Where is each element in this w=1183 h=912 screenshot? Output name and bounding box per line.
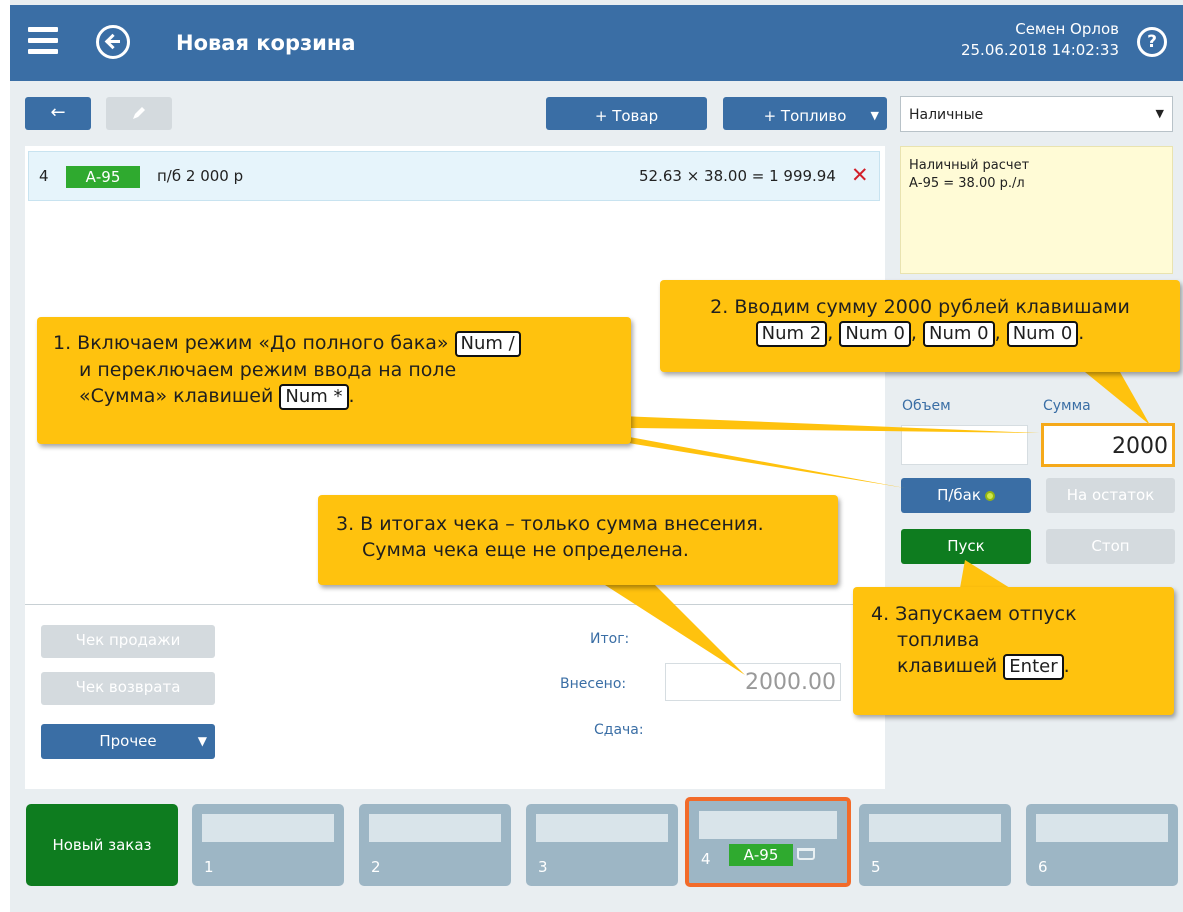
key-num-0: Num 0 [1006, 321, 1079, 347]
callout-pointer-1a [595, 415, 1040, 433]
callout-2-sep: , [827, 322, 834, 344]
callout-3-line1: 3. В итогах чека – только сумма внесения… [336, 513, 764, 535]
callout-pointer-4 [960, 560, 1010, 588]
key-enter: Enter [1003, 654, 1064, 680]
key-num-2: Num 2 [755, 321, 828, 347]
callout-2-sep: , [910, 322, 917, 344]
callout-1-line3: «Сумма» клавишей [79, 385, 274, 407]
callout-pointer-3 [605, 585, 745, 675]
callout-pointers [570, 372, 1150, 675]
callout-3: 3. В итогах чека – только сумма внесения… [318, 495, 838, 585]
key-num-0: Num 0 [923, 321, 995, 347]
callout-4-end: . [1063, 655, 1070, 677]
callout-1-line1: 1. Включаем режим «До полного бака» [53, 332, 449, 354]
callout-2: 2. Вводим сумму 2000 рублей клавишами Nu… [660, 280, 1180, 372]
callout-3-line2: Сумма чека еще не определена. [362, 539, 689, 561]
callout-4: 4. Запускаем отпуск топлива клавишей Ent… [853, 587, 1174, 715]
callout-1: 1. Включаем режим «До полного бака» Num … [37, 317, 631, 444]
callout-2-end: . [1078, 322, 1085, 344]
callout-2-sep: , [994, 322, 1001, 344]
callout-1-line2: и переключаем режим ввода на поле [79, 359, 457, 381]
key-num-slash: Num / [454, 331, 521, 357]
callout-4-line2: топлива [897, 629, 980, 651]
callout-4-line1: 4. Запускаем отпуск [871, 603, 1077, 625]
key-num-star: Num * [279, 384, 349, 410]
callout-pointer-2 [1085, 372, 1150, 425]
callout-4-line3: клавишей [897, 655, 998, 677]
callout-2-line1: 2. Вводим сумму 2000 рублей клавишами [710, 296, 1130, 318]
callout-1-end: . [348, 385, 355, 407]
app-window: Новая корзина Семен Орлов 25.06.2018 14:… [10, 0, 1183, 912]
key-num-0: Num 0 [839, 321, 911, 347]
